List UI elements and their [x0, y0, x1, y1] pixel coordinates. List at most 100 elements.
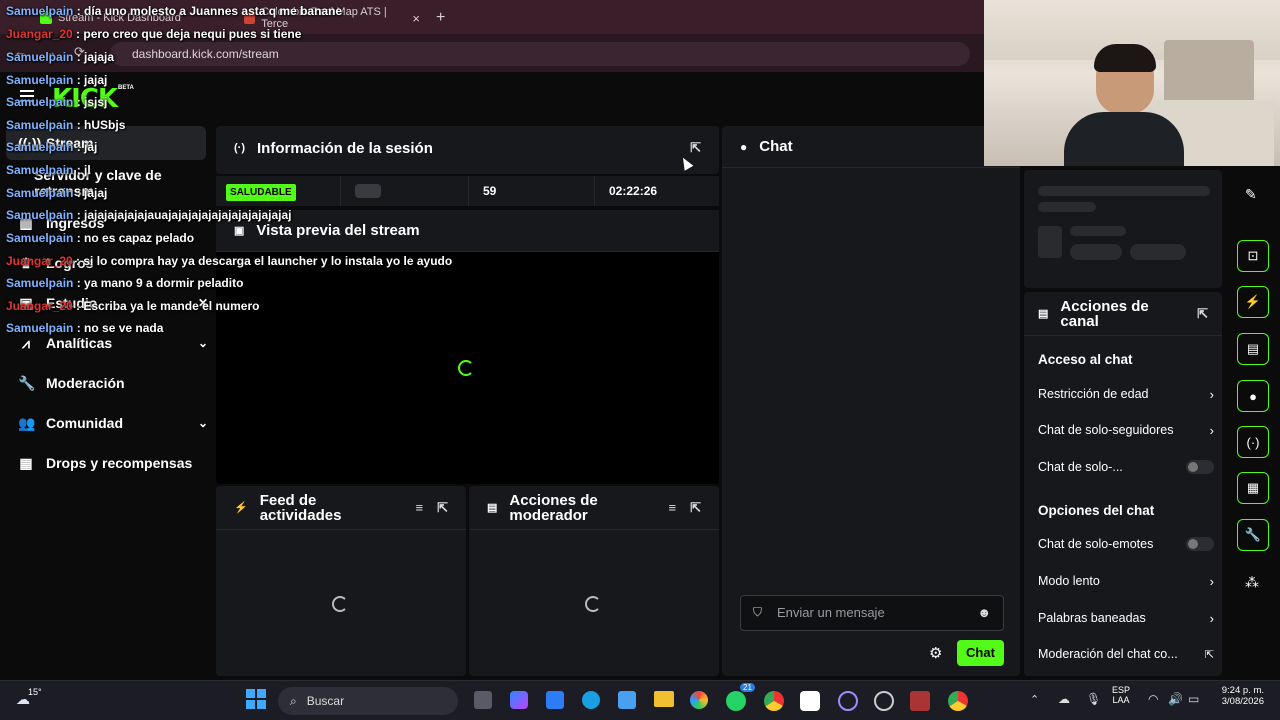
overlay-chat-username: Samuelpain: [6, 4, 74, 18]
overlay-chat-username: Samuelpain: [6, 276, 74, 290]
chrome-icon[interactable]: [764, 691, 784, 711]
chevron-right-icon: ›: [1209, 610, 1214, 626]
steam-icon[interactable]: [874, 691, 894, 711]
chevron-up-icon[interactable]: ⌃: [1030, 693, 1039, 706]
filter-icon[interactable]: ≡: [416, 500, 424, 516]
shield-icon: ⛉: [753, 605, 763, 619]
rail-notes-button[interactable]: ▤: [1237, 333, 1269, 365]
rail-activity-button[interactable]: ⚡: [1237, 286, 1269, 318]
overlay-chat-separator: :: [72, 27, 84, 41]
panel-title: Información de la sesión: [257, 139, 433, 157]
copilot-icon[interactable]: [510, 691, 528, 709]
folder-icon[interactable]: [654, 691, 674, 707]
external-link-icon: ⇱: [1204, 648, 1214, 661]
followers-only-item[interactable]: Chat de solo-seguidores ›: [1038, 420, 1214, 440]
overlay-chat-separator: :: [72, 299, 84, 313]
capture-icon: ⊡: [1247, 248, 1259, 263]
banned-words-item[interactable]: Palabras baneadas ›: [1038, 608, 1214, 628]
wifi-icon[interactable]: ◠: [1148, 692, 1158, 706]
overlay-chat-line: Samuelpain : jajaj: [6, 73, 107, 87]
overlay-chat-username: Samuelpain: [6, 321, 74, 335]
chat-message-input[interactable]: ⛉ Enviar un mensaje ☻: [740, 595, 1004, 631]
expand-icon[interactable]: ⇱: [437, 500, 448, 516]
overlay-chat-separator: :: [73, 50, 85, 64]
streamer-shirt: [1064, 112, 1184, 166]
loading-spinner: [585, 596, 601, 612]
rail-chat-button[interactable]: ●: [1237, 380, 1269, 412]
slow-mode-item[interactable]: Modo lento ›: [1038, 571, 1214, 591]
edit-icon[interactable]: ✎: [1245, 186, 1257, 203]
overlay-chat-separator: :: [73, 186, 85, 200]
overlay-chat-username: Juangar_20: [6, 254, 73, 268]
dropbox-icon[interactable]: [546, 691, 564, 709]
battery-icon[interactable]: ▭: [1188, 692, 1199, 706]
overlay-chat-line: Samuelpain : jaj: [6, 140, 97, 154]
truck-game-icon[interactable]: [910, 691, 930, 711]
document-icon: ▤: [1246, 341, 1260, 356]
age-restriction-item[interactable]: Restricción de edad ›: [1038, 384, 1214, 404]
chevron-down-icon[interactable]: ⌄: [198, 416, 208, 430]
sidebar-item-moderacion[interactable]: 🔧 Moderación: [18, 366, 208, 400]
task-view-icon[interactable]: [474, 691, 492, 709]
overlay-chat-message: ya mano 9 a dormir peladito: [84, 276, 244, 290]
rail-screenshot-button[interactable]: ⊡: [1237, 240, 1269, 272]
subs-only-toggle[interactable]: [1186, 460, 1214, 474]
chevron-right-icon: ›: [1209, 422, 1214, 438]
channel-icon: ▦: [1246, 480, 1260, 495]
chat-moderation-item[interactable]: Moderación del chat co... ⇱: [1038, 644, 1214, 664]
send-chat-button[interactable]: Chat: [957, 640, 1004, 666]
clock[interactable]: 9:24 p. m. 3/08/2026: [1214, 685, 1264, 707]
overlay-chat-message: jsjsj: [84, 95, 108, 109]
capcut-icon[interactable]: [800, 691, 820, 711]
sidebar-item-drops[interactable]: ▦ Drops y recompensas: [18, 446, 208, 480]
expand-icon[interactable]: ⇱: [690, 500, 701, 516]
expand-icon[interactable]: ⇱: [690, 140, 701, 156]
sidebar-item-comunidad[interactable]: 👥 Comunidad ⌄: [18, 406, 208, 440]
emotes-only-toggle[interactable]: [1186, 537, 1214, 551]
lang-line2: LAA: [1112, 695, 1130, 705]
new-tab-button[interactable]: +: [436, 6, 445, 30]
sidebar-item-label: Comunidad: [46, 415, 123, 431]
obs-like-icon[interactable]: [838, 691, 858, 711]
microphone-icon[interactable]: 🎙: [1086, 692, 1101, 706]
taskbar-search[interactable]: ⌕ Buscar: [278, 687, 458, 715]
streamer-hair: [1094, 44, 1156, 72]
rail-channel-button[interactable]: ▦: [1237, 472, 1269, 504]
rail-moderation-button[interactable]: 🔧: [1237, 519, 1269, 551]
gear-icon[interactable]: ⚙: [929, 644, 942, 662]
community-icon[interactable]: ⁂: [1245, 574, 1259, 591]
overlay-chat-message: hUSbjs: [84, 118, 126, 132]
expand-icon[interactable]: ⇱: [1197, 306, 1208, 322]
emotes-only-item[interactable]: Chat de solo-emotes: [1038, 534, 1214, 554]
tray-icon[interactable]: ☁: [1058, 692, 1070, 706]
volume-icon[interactable]: 🔊: [1168, 692, 1183, 706]
overlay-chat-line: Samuelpain : jajaja: [6, 50, 114, 64]
start-icon[interactable]: [246, 689, 266, 709]
overlay-chat-username: Juangar_20: [6, 299, 73, 313]
chrome-active-icon[interactable]: [948, 691, 968, 711]
store-icon[interactable]: [618, 691, 636, 709]
loading-spinner: [332, 596, 348, 612]
close-tab-icon[interactable]: ×: [412, 11, 420, 26]
overlay-chat-separator: :: [72, 254, 84, 268]
skeleton: [355, 184, 381, 198]
overlay-chat-message: jaj: [84, 140, 98, 154]
chevron-down-icon[interactable]: ⌄: [198, 336, 208, 350]
clock-date: 3/08/2026: [1221, 696, 1264, 707]
filter-icon[interactable]: ≡: [669, 500, 677, 516]
language-indicator[interactable]: ESP LAA: [1112, 685, 1130, 705]
stat-viewers: 59: [468, 176, 594, 206]
edge-icon[interactable]: [582, 691, 600, 709]
overlay-chat-message: jajaja: [84, 50, 115, 64]
rail-broadcast-button[interactable]: (·): [1237, 426, 1269, 458]
photos-icon[interactable]: [690, 691, 708, 709]
subs-only-item[interactable]: Chat de solo-...: [1038, 457, 1214, 477]
whatsapp-icon[interactable]: [726, 691, 746, 711]
overlay-chat-username: Juangar_20: [6, 27, 73, 41]
overlay-chat-line: Samuelpain : no es capaz pelado: [6, 231, 194, 245]
preview-panel: ▣ Vista previa del stream: [216, 210, 719, 484]
overlay-chat-message: Escriba ya le mande el numero: [83, 299, 260, 313]
emoji-icon[interactable]: ☻: [977, 605, 991, 620]
overlay-chat-separator: :: [73, 140, 85, 154]
url-field[interactable]: dashboard.kick.com/stream: [110, 42, 970, 66]
